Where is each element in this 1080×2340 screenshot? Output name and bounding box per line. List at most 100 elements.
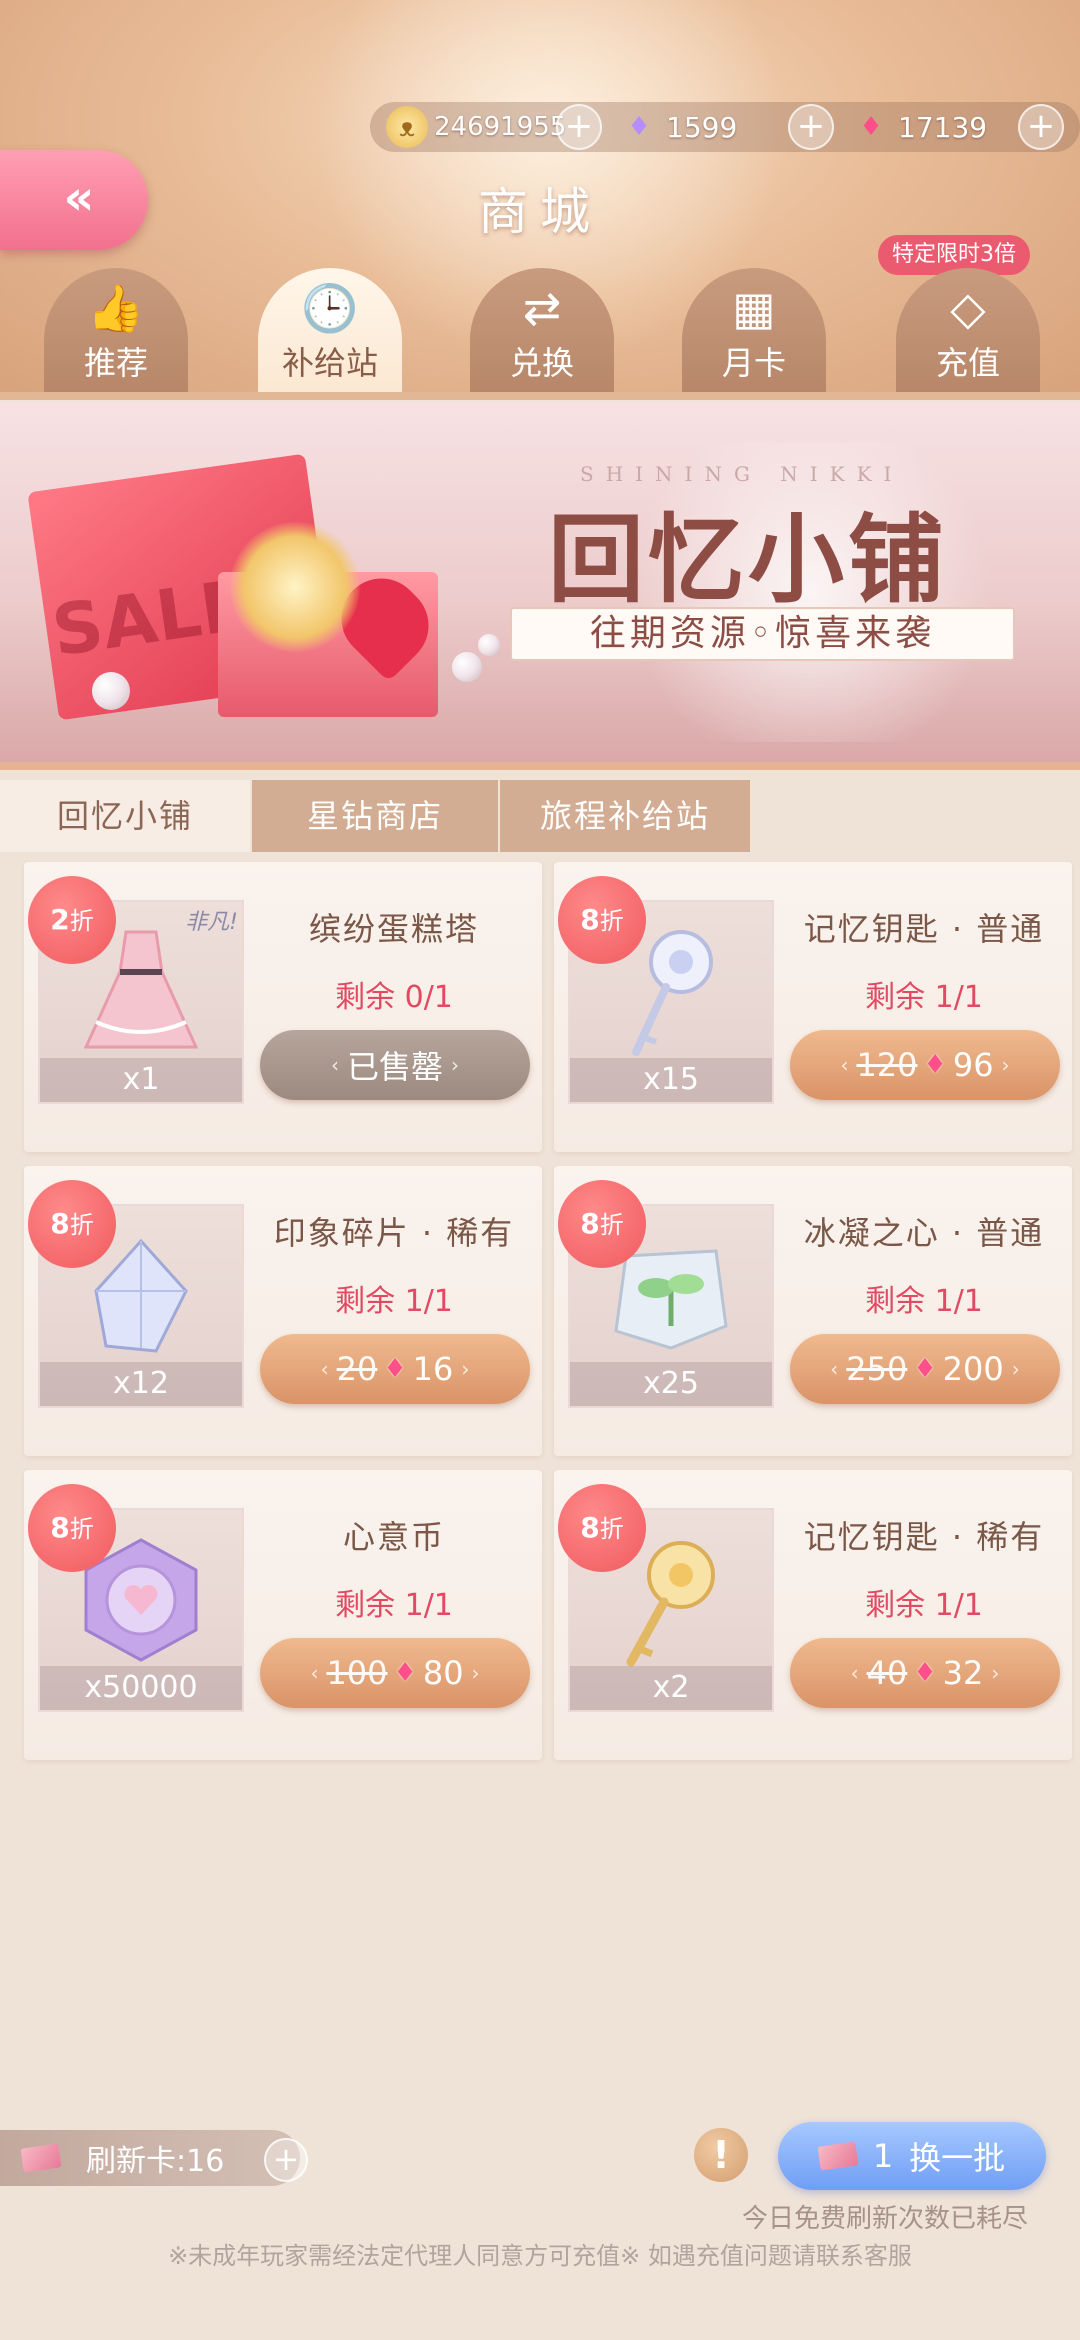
discount-badge: 8折	[558, 1484, 646, 1572]
item-stock: 剩余 1/1	[335, 1284, 453, 1319]
tab-exchange[interactable]: ⇄ 兑换	[470, 268, 614, 392]
rarity-tag: 非凡!	[185, 910, 238, 935]
discount-badge: 8折	[28, 1180, 116, 1268]
sale-price: 80	[422, 1654, 464, 1692]
info-button[interactable]: !	[694, 2128, 748, 2182]
item-name: 冰凝之心 · 普通	[803, 1214, 1045, 1252]
pearl-decoration	[92, 672, 130, 710]
item-name: 印象碎片 · 稀有	[273, 1214, 515, 1252]
subtab-memory-shop[interactable]: 回忆小铺	[0, 780, 250, 852]
item-stock: 剩余 1/1	[865, 1588, 983, 1623]
original-price: 250	[846, 1350, 908, 1388]
tab-recommend[interactable]: 👍 推荐	[44, 268, 188, 392]
thumbs-up-icon: 👍	[87, 281, 145, 335]
shop-item-card[interactable]: 8折 x25 冰凝之心 · 普通 剩余 1/1 ‹ 250 ♦ 200 ›	[554, 1166, 1072, 1456]
buy-button[interactable]: ‹ 100 ♦ 80 ›	[260, 1638, 530, 1708]
page-title: 商城	[478, 183, 602, 241]
refresh-card-counter: 刷新卡:16	[0, 2130, 300, 2186]
sold-out-label: 已售罄	[346, 1048, 443, 1086]
pink-diamond-icon: ♦	[859, 112, 883, 142]
discount-badge: 2折	[28, 876, 116, 964]
diamond-icon: ◇	[950, 281, 986, 335]
tab-label: 兑换	[509, 344, 574, 382]
item-stock: 剩余 1/1	[865, 980, 983, 1015]
tab-supply-station[interactable]: 🕒 补给站	[258, 268, 402, 392]
item-quantity: x25	[570, 1362, 772, 1406]
star-diamond-value: 17139	[898, 110, 988, 144]
add-refresh-card-button[interactable]: +	[264, 2138, 308, 2182]
pink-diamond-icon: ♦	[393, 1658, 417, 1688]
shop-header: ᴥ 24691955 + ♦ 1599 + ♦ 17139 + « 商城 特定限…	[0, 0, 1080, 400]
arrow-left-icon: ‹	[330, 1053, 339, 1077]
refresh-cost: 1	[872, 2137, 894, 2175]
discount-badge: 8折	[558, 876, 646, 964]
shop-item-card[interactable]: 8折 x2 记忆钥匙 · 稀有 剩余 1/1 ‹ 40 ♦ 32 ›	[554, 1470, 1072, 1760]
subtab-star-diamond-shop[interactable]: 星钻商店	[252, 780, 498, 852]
item-quantity: x15	[570, 1058, 772, 1102]
tab-label: 补给站	[281, 344, 378, 382]
tab-recharge[interactable]: ◇ 充值	[896, 268, 1040, 392]
buy-button[interactable]: ‹ 120 ♦ 96 ›	[790, 1030, 1060, 1100]
shop-item-card[interactable]: 8折 x12 印象碎片 · 稀有 剩余 1/1 ‹ 20 ♦ 16 ›	[24, 1166, 542, 1456]
calendar-icon: ▦	[732, 281, 776, 335]
item-stock: 剩余 0/1	[335, 980, 453, 1015]
shop-item-card[interactable]: 2折 非凡! x1 缤纷蛋糕塔 剩余 0/1 ‹ 已售罄 ›	[24, 862, 542, 1152]
pink-diamond-icon: ♦	[913, 1658, 937, 1688]
discount-badge: 8折	[558, 1180, 646, 1268]
item-name: 记忆钥匙 · 稀有	[803, 1518, 1045, 1556]
sale-price: 16	[412, 1350, 454, 1388]
tab-label: 充值	[935, 344, 1000, 382]
refresh-batch-button[interactable]: 1 换一批	[778, 2122, 1046, 2190]
banner-divider	[0, 762, 1080, 770]
golden-key-illustration	[230, 522, 360, 652]
sale-price: 32	[942, 1654, 984, 1692]
sale-price: 200	[942, 1350, 1004, 1388]
original-price: 100	[326, 1654, 388, 1692]
shop-item-card[interactable]: 8折 x15 记忆钥匙 · 普通 剩余 1/1 ‹ 120 ♦ 96 ›	[554, 862, 1072, 1152]
item-quantity: x1	[40, 1058, 242, 1102]
item-stock: 剩余 1/1	[865, 1284, 983, 1319]
arrow-right-icon: ›	[471, 1661, 480, 1685]
ticket-icon	[20, 2143, 62, 2173]
header-divider	[0, 392, 1080, 400]
gold-currency: ᴥ 24691955	[386, 104, 566, 150]
sale-price: 96	[952, 1046, 994, 1084]
banner-slogan: 往期资源◦惊喜来袭	[510, 607, 1015, 661]
ticket-icon	[817, 2141, 859, 2171]
refresh-card-label: 刷新卡:16	[86, 2144, 225, 2179]
arrow-right-icon: ›	[461, 1357, 470, 1381]
cat-coin-icon: ᴥ	[386, 106, 428, 148]
item-name: 记忆钥匙 · 普通	[803, 910, 1045, 948]
add-star-diamond-button[interactable]: +	[1018, 104, 1064, 150]
pink-diamond-icon: ♦	[923, 1050, 947, 1080]
buy-button[interactable]: ‹ 20 ♦ 16 ›	[260, 1334, 530, 1404]
gift-clock-icon: 🕒	[301, 281, 359, 335]
star-diamond-currency: ♦ 17139	[850, 104, 987, 150]
exchange-icon: ⇄	[522, 281, 562, 335]
add-diamond-button[interactable]: +	[788, 104, 834, 150]
legal-notice: ※未成年玩家需经法定代理人同意方可充值※ 如遇充值问题请联系客服	[168, 2242, 912, 2270]
arrow-right-icon: ›	[1001, 1053, 1010, 1077]
tab-monthly-card[interactable]: ▦ 月卡	[682, 268, 826, 392]
arrow-right-icon: ›	[451, 1053, 459, 1077]
shop-item-card[interactable]: 8折 x50000 心意币 剩余 1/1 ‹ 100 ♦ 80 ›	[24, 1470, 542, 1760]
item-quantity: x2	[570, 1666, 772, 1710]
original-price: 20	[336, 1350, 378, 1388]
item-name: 心意币	[342, 1518, 445, 1556]
arrow-right-icon: ›	[991, 1661, 1000, 1685]
pearl-decoration	[478, 634, 500, 656]
buy-button[interactable]: ‹ 250 ♦ 200 ›	[790, 1334, 1060, 1404]
subtab-journey-supply[interactable]: 旅程补给站	[500, 780, 750, 852]
free-refresh-note: 今日免费刷新次数已耗尽	[741, 2204, 1028, 2234]
buy-button[interactable]: ‹ 40 ♦ 32 ›	[790, 1638, 1060, 1708]
gold-value: 24691955	[434, 112, 567, 142]
banner-title: 回忆小铺	[548, 503, 948, 616]
add-gold-button[interactable]: +	[556, 104, 602, 150]
arrow-left-icon: ‹	[840, 1053, 849, 1077]
pink-diamond-icon: ♦	[913, 1354, 937, 1384]
sold-out-button: ‹ 已售罄 ›	[260, 1030, 530, 1100]
item-quantity: x50000	[40, 1666, 242, 1710]
exclamation-icon: !	[712, 2133, 730, 2177]
refresh-label: 换一批	[909, 2139, 1006, 2177]
purple-diamond-icon: ♦	[627, 112, 651, 142]
